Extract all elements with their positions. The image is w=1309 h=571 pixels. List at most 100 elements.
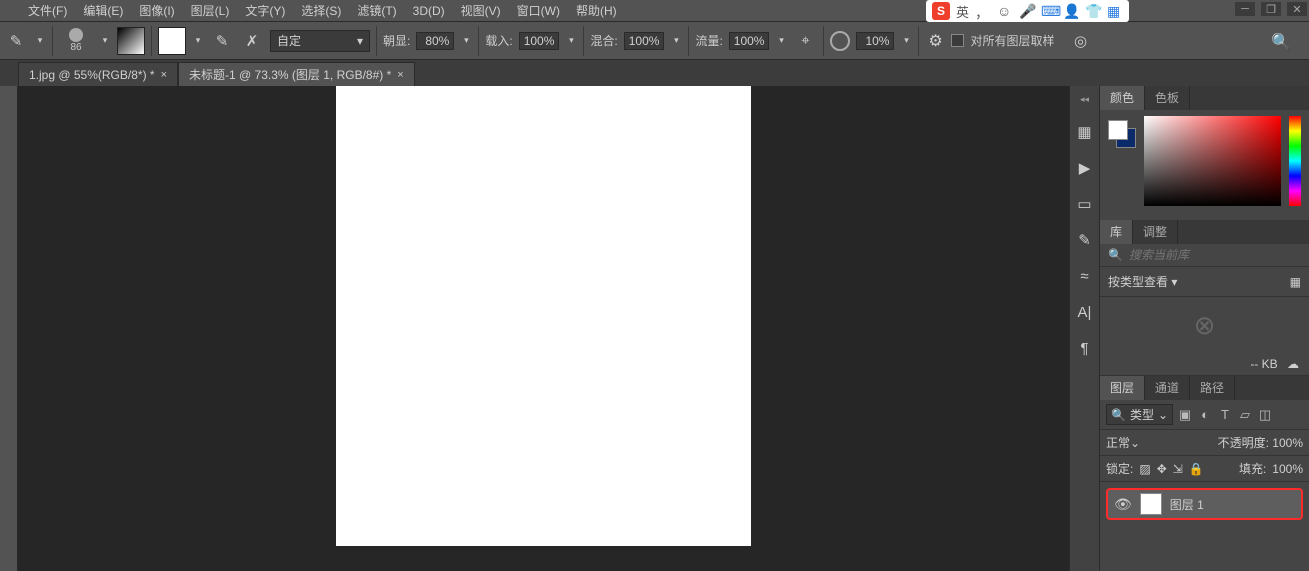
character-icon[interactable]: A| (1075, 302, 1095, 322)
ime-mic-icon[interactable]: 🎤 (1019, 3, 1035, 19)
ime-keyboard-icon[interactable]: ⌨ (1041, 3, 1057, 19)
filter-type-icon[interactable]: T (1217, 407, 1233, 422)
ime-skin-icon[interactable]: 👕 (1085, 3, 1101, 19)
tab-doc-1[interactable]: 1.jpg @ 55%(RGB/8*) *× (18, 62, 178, 86)
filter-adjust-icon[interactable]: ◐ (1197, 407, 1213, 422)
paragraph-icon[interactable]: ¶ (1075, 338, 1095, 358)
tab-adjustments[interactable]: 调整 (1133, 220, 1178, 244)
fg-color[interactable] (1108, 120, 1128, 140)
hue-slider[interactable] (1289, 116, 1301, 206)
actions-icon[interactable]: ▶ (1075, 158, 1095, 178)
history-icon[interactable]: ▦ (1075, 122, 1095, 142)
cloud-icon[interactable]: ☁ (1287, 357, 1299, 371)
menu-image[interactable]: 图像(I) (131, 0, 182, 22)
blend-swatch-icon[interactable] (117, 27, 145, 55)
search-icon: 🔍 (1108, 248, 1123, 262)
airbrush-icon[interactable]: ⌖ (793, 29, 817, 53)
menu-file[interactable]: 文件(F) (20, 0, 75, 22)
tab-channels[interactable]: 通道 (1145, 376, 1190, 400)
color-swatch[interactable] (158, 27, 186, 55)
layer-name[interactable]: 图层 1 (1170, 496, 1204, 513)
hardness-dropdown[interactable]: ▾ (460, 25, 472, 57)
fg-bg-swatch[interactable] (1108, 120, 1136, 148)
mix-dropdown[interactable]: ▾ (670, 25, 682, 57)
brush-preview[interactable]: 86 (59, 24, 93, 58)
canvas[interactable] (336, 86, 751, 546)
view-by-label[interactable]: 按类型查看 ▾ (1108, 273, 1177, 290)
sogou-icon[interactable]: S (932, 2, 950, 20)
ime-lang[interactable]: 英 (956, 2, 969, 21)
lock-all-icon[interactable]: 🔒 (1189, 462, 1204, 476)
cc-logo-icon: ⊗ (1100, 297, 1309, 353)
tab-doc-2[interactable]: 未标题-1 @ 73.3% (图层 1, RGB/8#) *× (178, 62, 415, 86)
sample-all-label: 对所有图层取样 (970, 32, 1054, 49)
ime-emoji-icon[interactable]: ☺ (997, 3, 1013, 19)
tablet-pressure-icon[interactable]: ◎ (1069, 29, 1093, 53)
menu-edit[interactable]: 编辑(E) (75, 0, 131, 22)
filter-shape-icon[interactable]: ▱ (1237, 407, 1253, 423)
brush-dropdown[interactable]: ▾ (99, 25, 111, 57)
sample-all-checkbox[interactable] (951, 34, 964, 47)
close-icon[interactable]: × (397, 69, 403, 81)
fill-value[interactable]: 100% (1272, 462, 1303, 476)
mix-value[interactable]: 100% (624, 32, 665, 50)
minimize-button[interactable]: ─ (1235, 2, 1255, 16)
tab-library[interactable]: 库 (1100, 220, 1133, 244)
smoothing-ring-icon[interactable] (830, 31, 850, 51)
tab-paths[interactable]: 路径 (1190, 376, 1235, 400)
tool-preset-icon[interactable]: ✎ (4, 29, 28, 53)
fill-label: 填充: (1239, 460, 1266, 477)
close-icon[interactable]: × (161, 69, 167, 81)
preset-select[interactable]: 自定▾ (270, 30, 370, 52)
blend-mode-select[interactable]: 正常⌄ (1106, 434, 1196, 451)
tab-swatches[interactable]: 色板 (1145, 86, 1190, 110)
search-icon[interactable]: 🔍 (1271, 32, 1291, 52)
smoothing-dropdown[interactable]: ▾ (900, 25, 912, 57)
tab-color[interactable]: 颜色 (1100, 86, 1145, 110)
menu-window[interactable]: 窗口(W) (509, 0, 568, 22)
filter-smart-icon[interactable]: ◫ (1257, 407, 1273, 423)
color-dropdown[interactable]: ▾ (192, 25, 204, 57)
tab-layers[interactable]: 图层 (1100, 376, 1145, 400)
menu-type[interactable]: 文字(Y) (237, 0, 293, 22)
color-field[interactable] (1144, 116, 1281, 206)
dock-expand-icon[interactable]: ◂◂ (1070, 94, 1099, 106)
ime-user-icon[interactable]: 👤 (1063, 3, 1079, 19)
properties-icon[interactable]: ▭ (1075, 194, 1095, 214)
layer-thumbnail[interactable] (1140, 493, 1162, 515)
clean-brush-icon[interactable]: ✗ (240, 29, 264, 53)
filter-pixel-icon[interactable]: ▣ (1177, 407, 1193, 423)
opacity-value[interactable]: 100% (1272, 436, 1303, 450)
ime-tool-icon[interactable]: ▦ (1107, 3, 1123, 19)
lock-position-icon[interactable]: ✥ (1157, 462, 1167, 476)
brush-panel-icon[interactable]: ✎ (1075, 230, 1095, 250)
layer-row[interactable]: 👁 图层 1 (1106, 488, 1303, 520)
hardness-value[interactable]: 80% (416, 32, 454, 50)
library-search-input[interactable] (1129, 248, 1301, 262)
ime-punct-icon[interactable]: ， (975, 3, 991, 19)
flow-value[interactable]: 100% (729, 32, 770, 50)
menu-help[interactable]: 帮助(H) (568, 0, 625, 22)
tool-preset-dropdown[interactable]: ▾ (34, 25, 46, 57)
lock-artboard-icon[interactable]: ⇲ (1173, 462, 1183, 476)
menu-select[interactable]: 选择(S) (293, 0, 349, 22)
opacity-label: 不透明度: (1218, 436, 1269, 450)
load-brush-icon[interactable]: ✎ (210, 29, 234, 53)
canvas-area[interactable] (18, 86, 1069, 571)
menu-filter[interactable]: 滤镜(T) (349, 0, 404, 22)
smoothing-value[interactable]: 10% (856, 32, 894, 50)
flow-dropdown[interactable]: ▾ (775, 25, 787, 57)
load-dropdown[interactable]: ▾ (565, 25, 577, 57)
layer-filter-kind[interactable]: 🔍 类型 ⌄ (1106, 404, 1173, 425)
load-value[interactable]: 100% (519, 32, 560, 50)
maximize-button[interactable]: ❐ (1261, 2, 1281, 16)
menu-view[interactable]: 视图(V) (453, 0, 509, 22)
brush-settings-icon[interactable]: ≈ (1075, 266, 1095, 286)
close-button[interactable]: ✕ (1287, 2, 1307, 16)
menu-layer[interactable]: 图层(L) (183, 0, 238, 22)
gear-icon[interactable]: ⚙ (925, 31, 945, 51)
menu-3d[interactable]: 3D(D) (405, 0, 453, 22)
visibility-eye-icon[interactable]: 👁 (1114, 496, 1132, 513)
lock-pixels-icon[interactable]: ▨ (1139, 462, 1150, 476)
grid-view-icon[interactable]: ▦ (1290, 275, 1301, 289)
